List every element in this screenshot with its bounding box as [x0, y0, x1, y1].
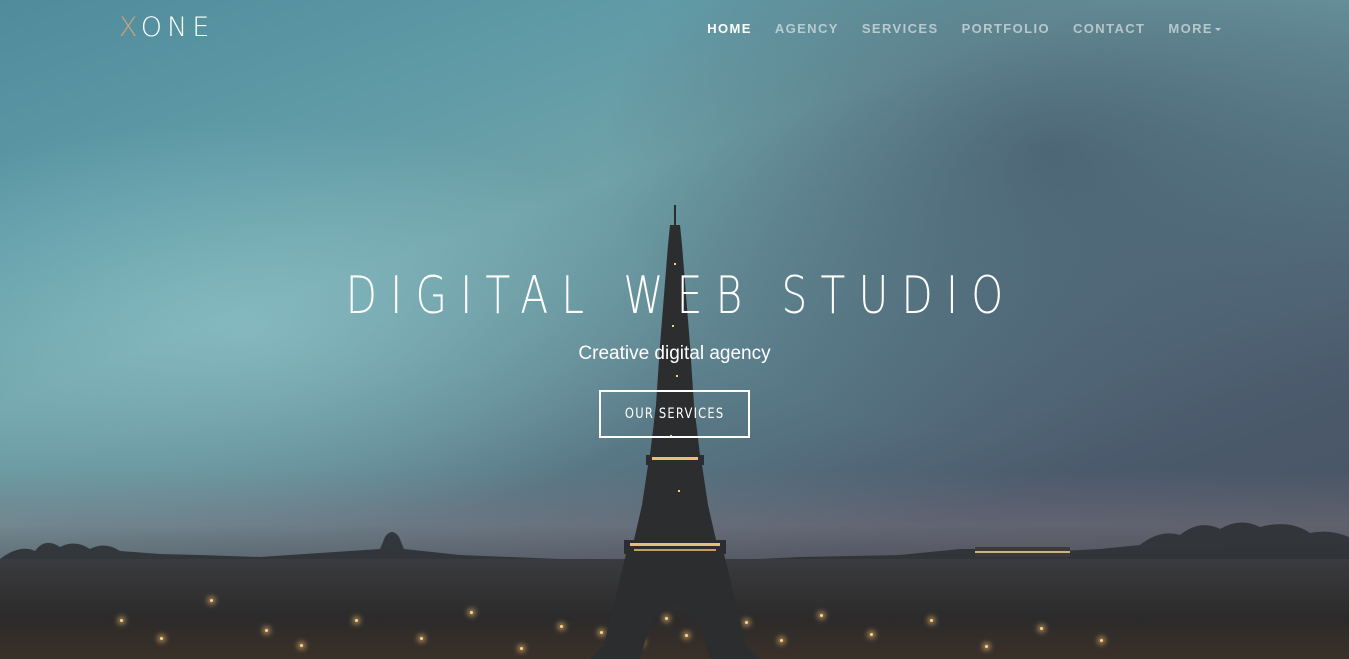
nav-link-portfolio[interactable]: PORTFOLIO: [962, 21, 1050, 36]
nav-link-agency[interactable]: AGENCY: [775, 21, 839, 36]
hero-section: XONE HOME AGENCY SERVICES PORTFOLIO CONT…: [0, 0, 1349, 659]
hero-subtitle: Creative digital agency: [578, 343, 771, 364]
caret-down-icon: [1215, 28, 1221, 32]
nav-item-more: MORE: [1168, 20, 1221, 38]
our-services-button[interactable]: OUR SERVICES: [599, 390, 750, 438]
brand-logo[interactable]: XONE: [119, 12, 214, 44]
nav-item-agency: AGENCY: [775, 20, 839, 38]
our-services-button-label: OUR SERVICES: [624, 406, 725, 422]
top-navbar: XONE HOME AGENCY SERVICES PORTFOLIO CONT…: [0, 0, 1349, 58]
nav-link-services[interactable]: SERVICES: [862, 21, 939, 36]
nav-link-more[interactable]: MORE: [1168, 21, 1221, 36]
brand-logo-accent: X: [119, 12, 141, 43]
nav-link-home[interactable]: HOME: [707, 21, 752, 36]
nav-item-home: HOME: [707, 20, 752, 38]
nav-link-contact[interactable]: CONTACT: [1073, 21, 1145, 36]
nav-link-more-label: MORE: [1168, 21, 1213, 36]
main-nav: HOME AGENCY SERVICES PORTFOLIO CONTACT M…: [684, 20, 1221, 38]
hero-title: DIGITAL WEB STUDIO: [345, 266, 1017, 326]
nav-item-portfolio: PORTFOLIO: [962, 20, 1050, 38]
hero-content: DIGITAL WEB STUDIO Creative digital agen…: [0, 262, 1349, 438]
brand-logo-text: ONE: [140, 12, 215, 43]
nav-item-contact: CONTACT: [1073, 20, 1145, 38]
nav-item-services: SERVICES: [862, 20, 939, 38]
